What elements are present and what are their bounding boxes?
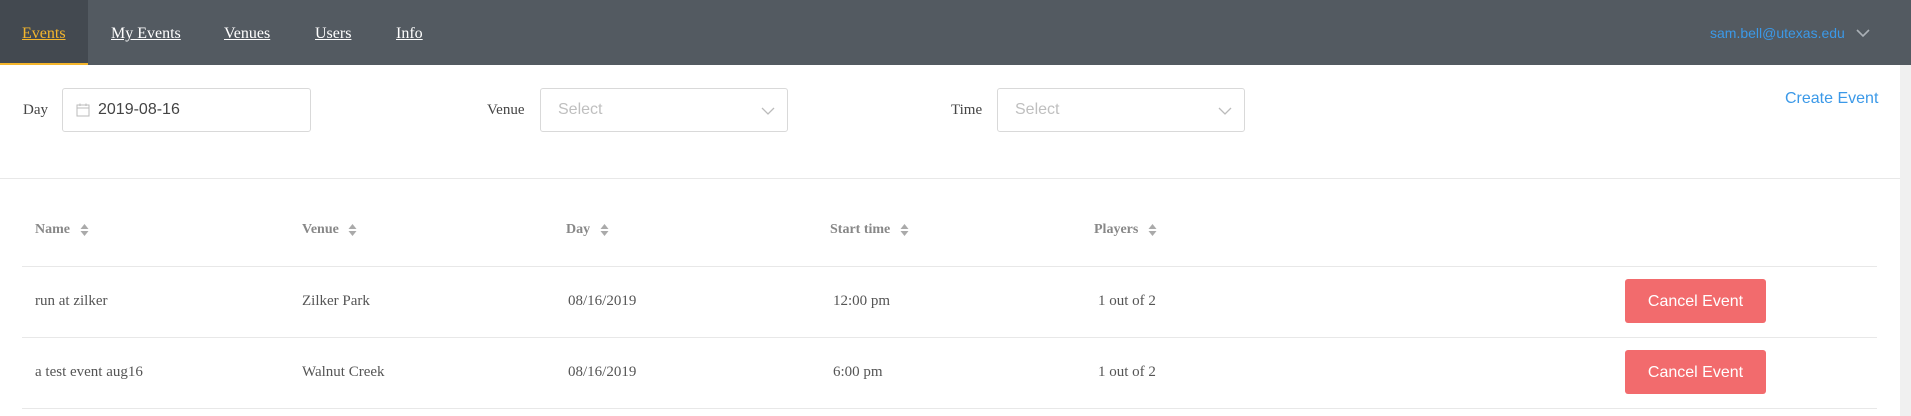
- chevron-down-icon: [761, 107, 775, 115]
- cell-name: run at zilker: [35, 293, 108, 309]
- user-menu-email[interactable]: sam.bell@utexas.edu: [1710, 0, 1845, 65]
- nav-tab-users[interactable]: Users: [315, 0, 351, 65]
- column-header-label: Start time: [830, 222, 891, 237]
- column-header-name[interactable]: Name: [35, 222, 89, 238]
- cell-day: 08/16/2019: [568, 364, 637, 380]
- sort-icon: [80, 223, 88, 236]
- column-header-label: Venue: [302, 222, 339, 237]
- time-select[interactable]: Select: [997, 88, 1245, 132]
- chevron-down-icon[interactable]: [1855, 27, 1871, 39]
- cell-venue: Zilker Park: [302, 293, 370, 309]
- column-header-label: Name: [35, 222, 70, 237]
- day-label: Day: [23, 102, 48, 118]
- venue-placeholder: Select: [558, 101, 603, 118]
- top-navbar: Events My Events Venues Users Info sam.b…: [0, 0, 1911, 65]
- sort-icon: [600, 223, 609, 236]
- section-divider: [0, 178, 1900, 179]
- nav-tab-my-events[interactable]: My Events: [111, 0, 181, 65]
- cancel-event-button[interactable]: Cancel Event: [1625, 350, 1766, 394]
- cancel-event-button[interactable]: Cancel Event: [1625, 279, 1766, 323]
- sort-icon: [1148, 223, 1157, 236]
- scrollbar-track[interactable]: [1900, 65, 1911, 416]
- column-header-players[interactable]: Players: [1094, 222, 1157, 238]
- calendar-icon: [76, 103, 90, 117]
- cell-players: 1 out of 2: [1098, 364, 1156, 380]
- column-header-label: Players: [1094, 222, 1139, 237]
- venue-label: Venue: [487, 102, 525, 118]
- sort-icon: [348, 223, 357, 236]
- column-header-venue[interactable]: Venue: [302, 222, 357, 238]
- venue-select[interactable]: Select: [540, 88, 788, 132]
- nav-tab-events[interactable]: Events: [0, 0, 88, 65]
- cell-name: a test event aug16: [35, 364, 143, 380]
- table-row-divider: [22, 337, 1877, 338]
- chevron-down-icon: [1218, 107, 1232, 115]
- table-row-divider: [22, 408, 1877, 409]
- day-date-picker[interactable]: 2019-08-16: [62, 88, 311, 132]
- day-value: 2019-08-16: [98, 101, 180, 118]
- cell-players: 1 out of 2: [1098, 293, 1156, 309]
- cell-venue: Walnut Creek: [302, 364, 385, 380]
- column-header-day[interactable]: Day: [566, 222, 609, 238]
- cell-start-time: 6:00 pm: [833, 364, 883, 380]
- time-label: Time: [951, 102, 983, 118]
- nav-tab-venues[interactable]: Venues: [224, 0, 270, 65]
- nav-tab-info[interactable]: Info: [396, 0, 423, 65]
- time-placeholder: Select: [1015, 101, 1060, 118]
- cell-start-time: 12:00 pm: [833, 293, 891, 309]
- sort-icon: [900, 223, 909, 236]
- cell-day: 08/16/2019: [568, 293, 637, 309]
- column-header-start-time[interactable]: Start time: [830, 222, 909, 238]
- table-row-divider: [22, 266, 1877, 267]
- column-header-label: Day: [566, 222, 591, 237]
- create-event-link[interactable]: Create Event: [1785, 90, 1878, 108]
